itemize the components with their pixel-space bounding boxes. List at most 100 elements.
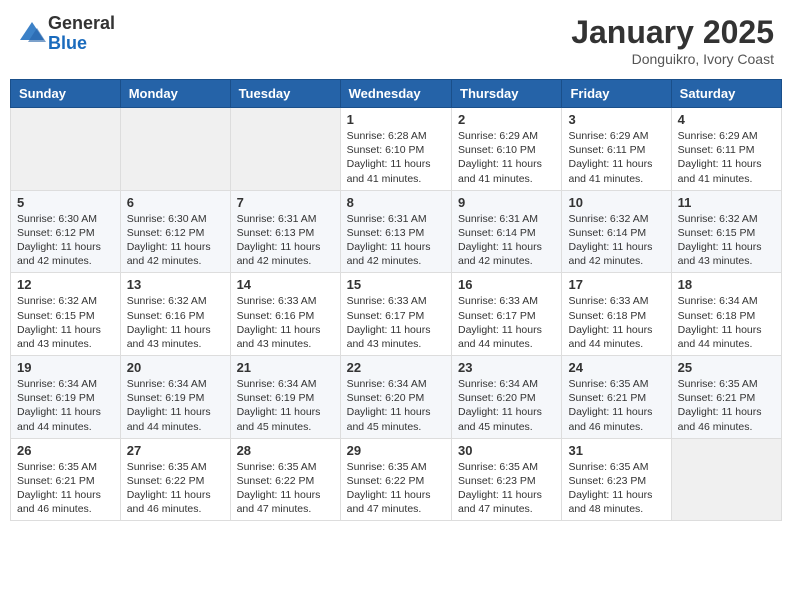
day-info: Sunrise: 6:35 AM Sunset: 6:22 PM Dayligh…: [347, 460, 445, 517]
calendar-table: SundayMondayTuesdayWednesdayThursdayFrid…: [10, 79, 782, 521]
day-info: Sunrise: 6:31 AM Sunset: 6:14 PM Dayligh…: [458, 212, 555, 269]
calendar-cell: 10 Sunrise: 6:32 AM Sunset: 6:14 PM Dayli…: [562, 190, 671, 273]
calendar-cell: 5 Sunrise: 6:30 AM Sunset: 6:12 PM Daylig…: [11, 190, 121, 273]
day-info: Sunrise: 6:35 AM Sunset: 6:21 PM Dayligh…: [678, 377, 775, 434]
day-info: Sunrise: 6:32 AM Sunset: 6:15 PM Dayligh…: [678, 212, 775, 269]
calendar-cell: 22 Sunrise: 6:34 AM Sunset: 6:20 PM Dayli…: [340, 356, 451, 439]
calendar-cell: 8Sunrise: 6:31 AM Sunset: 6:13 PM Daylig…: [340, 190, 451, 273]
logo-blue-text: Blue: [48, 34, 115, 54]
day-info: Sunrise: 6:32 AM Sunset: 6:14 PM Dayligh…: [568, 212, 664, 269]
calendar-body: 1 Sunrise: 6:28 AM Sunset: 6:10 PM Daylig…: [11, 108, 782, 521]
calendar-cell: 6 Sunrise: 6:30 AM Sunset: 6:12 PM Daylig…: [120, 190, 230, 273]
day-info: Sunrise: 6:29 AM Sunset: 6:11 PM Dayligh…: [568, 129, 664, 186]
day-number: 4: [678, 112, 775, 127]
calendar-cell: 11 Sunrise: 6:32 AM Sunset: 6:15 PM Dayli…: [671, 190, 781, 273]
calendar-cell: 28Sunrise: 6:35 AM Sunset: 6:22 PM Dayli…: [230, 438, 340, 521]
calendar-cell: 25 Sunrise: 6:35 AM Sunset: 6:21 PM Dayli…: [671, 356, 781, 439]
day-number: 10: [568, 195, 664, 210]
calendar-cell: 27 Sunrise: 6:35 AM Sunset: 6:22 PM Dayli…: [120, 438, 230, 521]
calendar-week-row: 26 Sunrise: 6:35 AM Sunset: 6:21 PM Dayli…: [11, 438, 782, 521]
day-info: Sunrise: 6:29 AM Sunset: 6:10 PM Dayligh…: [458, 129, 555, 186]
day-number: 31: [568, 443, 664, 458]
calendar-cell: 30Sunrise: 6:35 AM Sunset: 6:23 PM Dayli…: [452, 438, 562, 521]
day-number: 22: [347, 360, 445, 375]
calendar-cell: 2Sunrise: 6:29 AM Sunset: 6:10 PM Daylig…: [452, 108, 562, 191]
day-info: Sunrise: 6:30 AM Sunset: 6:12 PM Dayligh…: [17, 212, 114, 269]
calendar-cell: 23Sunrise: 6:34 AM Sunset: 6:20 PM Dayli…: [452, 356, 562, 439]
calendar-cell: 4 Sunrise: 6:29 AM Sunset: 6:11 PM Daylig…: [671, 108, 781, 191]
day-info: Sunrise: 6:33 AM Sunset: 6:17 PM Dayligh…: [458, 294, 555, 351]
day-info: Sunrise: 6:30 AM Sunset: 6:12 PM Dayligh…: [127, 212, 224, 269]
calendar-week-row: 1 Sunrise: 6:28 AM Sunset: 6:10 PM Daylig…: [11, 108, 782, 191]
calendar-week-row: 12 Sunrise: 6:32 AM Sunset: 6:15 PM Dayli…: [11, 273, 782, 356]
day-number: 21: [237, 360, 334, 375]
calendar-cell: 20 Sunrise: 6:34 AM Sunset: 6:19 PM Dayli…: [120, 356, 230, 439]
weekday-header-cell: Friday: [562, 80, 671, 108]
day-info: Sunrise: 6:33 AM Sunset: 6:16 PM Dayligh…: [237, 294, 334, 351]
calendar-cell: 15 Sunrise: 6:33 AM Sunset: 6:17 PM Dayli…: [340, 273, 451, 356]
day-info: Sunrise: 6:34 AM Sunset: 6:19 PM Dayligh…: [237, 377, 334, 434]
weekday-header-cell: Tuesday: [230, 80, 340, 108]
day-number: 20: [127, 360, 224, 375]
calendar-cell: 12 Sunrise: 6:32 AM Sunset: 6:15 PM Dayli…: [11, 273, 121, 356]
day-number: 27: [127, 443, 224, 458]
day-number: 14: [237, 277, 334, 292]
day-number: 3: [568, 112, 664, 127]
weekday-header-row: SundayMondayTuesdayWednesdayThursdayFrid…: [11, 80, 782, 108]
day-number: 5: [17, 195, 114, 210]
day-number: 25: [678, 360, 775, 375]
calendar-cell: 16Sunrise: 6:33 AM Sunset: 6:17 PM Dayli…: [452, 273, 562, 356]
calendar-week-row: 5 Sunrise: 6:30 AM Sunset: 6:12 PM Daylig…: [11, 190, 782, 273]
calendar-cell: 18 Sunrise: 6:34 AM Sunset: 6:18 PM Dayli…: [671, 273, 781, 356]
day-number: 8: [347, 195, 445, 210]
page-header: General Blue January 2025 Donguikro, Ivo…: [10, 10, 782, 71]
day-info: Sunrise: 6:29 AM Sunset: 6:11 PM Dayligh…: [678, 129, 775, 186]
weekday-header-cell: Thursday: [452, 80, 562, 108]
day-number: 24: [568, 360, 664, 375]
day-info: Sunrise: 6:34 AM Sunset: 6:19 PM Dayligh…: [127, 377, 224, 434]
day-info: Sunrise: 6:35 AM Sunset: 6:22 PM Dayligh…: [127, 460, 224, 517]
calendar-cell: 19 Sunrise: 6:34 AM Sunset: 6:19 PM Dayli…: [11, 356, 121, 439]
day-info: Sunrise: 6:35 AM Sunset: 6:23 PM Dayligh…: [568, 460, 664, 517]
day-number: 15: [347, 277, 445, 292]
calendar-cell: 31 Sunrise: 6:35 AM Sunset: 6:23 PM Dayli…: [562, 438, 671, 521]
day-number: 1: [347, 112, 445, 127]
day-number: 6: [127, 195, 224, 210]
title-area: January 2025 Donguikro, Ivory Coast: [571, 14, 774, 67]
calendar-cell: 17Sunrise: 6:33 AM Sunset: 6:18 PM Dayli…: [562, 273, 671, 356]
calendar-cell: 13Sunrise: 6:32 AM Sunset: 6:16 PM Dayli…: [120, 273, 230, 356]
day-number: 23: [458, 360, 555, 375]
day-number: 19: [17, 360, 114, 375]
logo: General Blue: [18, 14, 115, 54]
calendar-cell: [230, 108, 340, 191]
day-info: Sunrise: 6:32 AM Sunset: 6:16 PM Dayligh…: [127, 294, 224, 351]
day-number: 7: [237, 195, 334, 210]
day-info: Sunrise: 6:34 AM Sunset: 6:18 PM Dayligh…: [678, 294, 775, 351]
weekday-header-cell: Sunday: [11, 80, 121, 108]
day-number: 9: [458, 195, 555, 210]
weekday-header-cell: Saturday: [671, 80, 781, 108]
calendar-cell: [11, 108, 121, 191]
month-title: January 2025: [571, 14, 774, 51]
day-number: 18: [678, 277, 775, 292]
day-number: 26: [17, 443, 114, 458]
calendar-cell: 14 Sunrise: 6:33 AM Sunset: 6:16 PM Dayli…: [230, 273, 340, 356]
day-number: 17: [568, 277, 664, 292]
day-info: Sunrise: 6:34 AM Sunset: 6:20 PM Dayligh…: [347, 377, 445, 434]
day-info: Sunrise: 6:28 AM Sunset: 6:10 PM Dayligh…: [347, 129, 445, 186]
weekday-header-cell: Wednesday: [340, 80, 451, 108]
calendar-cell: 26 Sunrise: 6:35 AM Sunset: 6:21 PM Dayli…: [11, 438, 121, 521]
day-number: 11: [678, 195, 775, 210]
day-info: Sunrise: 6:34 AM Sunset: 6:19 PM Dayligh…: [17, 377, 114, 434]
calendar-cell: 29 Sunrise: 6:35 AM Sunset: 6:22 PM Dayli…: [340, 438, 451, 521]
weekday-header-cell: Monday: [120, 80, 230, 108]
day-info: Sunrise: 6:33 AM Sunset: 6:17 PM Dayligh…: [347, 294, 445, 351]
day-info: Sunrise: 6:32 AM Sunset: 6:15 PM Dayligh…: [17, 294, 114, 351]
calendar-cell: 24Sunrise: 6:35 AM Sunset: 6:21 PM Dayli…: [562, 356, 671, 439]
day-number: 12: [17, 277, 114, 292]
day-info: Sunrise: 6:35 AM Sunset: 6:21 PM Dayligh…: [17, 460, 114, 517]
calendar-cell: [671, 438, 781, 521]
day-number: 29: [347, 443, 445, 458]
day-info: Sunrise: 6:31 AM Sunset: 6:13 PM Dayligh…: [237, 212, 334, 269]
day-number: 30: [458, 443, 555, 458]
